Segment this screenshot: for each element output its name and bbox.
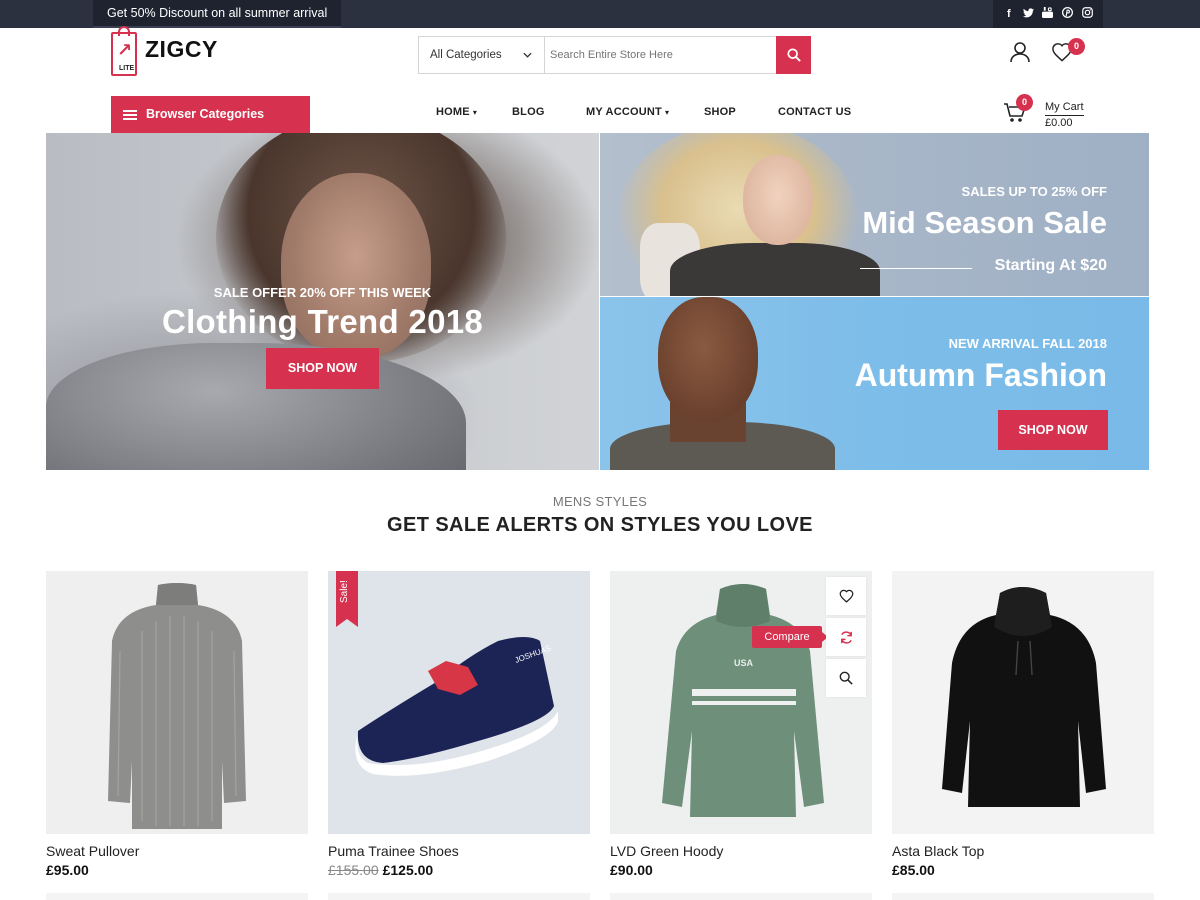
hoodie-print-text: USA [734,658,754,668]
pinterest-icon[interactable] [1061,6,1075,21]
banner-divider [860,268,972,269]
product-price: £90.00 [610,862,653,878]
banner-title: Mid Season Sale [862,205,1107,240]
product-sale-price: £125.00 [382,862,434,878]
next-row-card-edge [892,893,1154,900]
cart-count-badge: 0 [1016,94,1033,111]
search-input[interactable] [545,37,776,73]
nav-item-blog[interactable]: BLOG [512,106,545,122]
search-bar: All Categories [418,36,811,74]
sale-badge: Sale! [336,571,358,627]
compare-button[interactable] [826,618,866,656]
sale-badge-label: Sale! [339,580,350,603]
nav-item-contact-us[interactable]: CONTACT US [778,106,851,122]
site-logo[interactable]: ↗ LITE ZIGCY [111,26,231,78]
banner-title: Autumn Fashion [854,357,1107,393]
nav-item-shop[interactable]: SHOP [704,106,736,122]
product-image[interactable]: Sale! JOSHUAS [328,571,590,834]
search-button[interactable] [776,36,811,74]
next-row-card-edge [46,893,308,900]
category-select[interactable]: All Categories [419,37,545,73]
banner-offer-text: SALES UP TO 25% OFF [961,184,1107,199]
product-price: £85.00 [892,862,935,878]
cart-label: My Cart [1045,100,1084,116]
banner-photo-model [743,155,813,245]
banner-offer-text: SALE OFFER 20% OFF THIS WEEK [213,285,432,300]
product-card[interactable]: USA Compare LVD Green Hoody £90.00 [610,571,872,878]
user-account-icon[interactable] [1009,41,1035,67]
product-image[interactable]: USA Compare [610,571,872,834]
next-row-card-edge [610,893,872,900]
product-price: £155.00 £125.00 [328,862,590,878]
next-row-card-edge [328,893,590,900]
facebook-icon[interactable]: f [1002,8,1016,20]
product-name[interactable]: Puma Trainee Shoes [328,843,590,859]
product-card[interactable]: Sweat Pullover £95.00 [46,571,308,878]
banner-subtitle: Starting At $20 [994,257,1107,274]
browse-categories-button[interactable]: Browser Categories [111,96,310,133]
product-card[interactable]: Sale! JOSHUAS Puma Trainee Shoes £155.00… [328,571,590,878]
product-name[interactable]: Sweat Pullover [46,843,308,859]
product-image[interactable] [46,571,308,834]
shopping-bag-logo-icon: ↗ LITE [111,26,137,76]
banner-offer-text: NEW ARRIVAL FALL 2018 [948,336,1107,351]
product-image[interactable] [892,571,1154,834]
shop-now-button[interactable]: SHOP NOW [998,410,1108,450]
banner-photo-top [670,243,880,296]
add-to-wishlist-button[interactable] [826,577,866,615]
promo-text: Get 50% Discount on all summer arrival [93,0,342,28]
nav-item-label: BLOG [512,106,545,118]
twitter-icon[interactable] [1021,7,1035,21]
compare-tooltip: Compare [752,626,828,648]
chevron-down-icon: ▾ [664,108,670,117]
section-title: GET SALE ALERTS ON STYLES YOU LOVE [387,514,813,536]
heart-icon [839,589,853,603]
shop-now-button[interactable]: SHOP NOW [266,348,379,389]
quick-view-button[interactable] [826,659,866,697]
banner-title: Clothing Trend 2018 [161,303,484,340]
logo-sub: LITE [119,65,135,72]
nav-item-label: CONTACT US [778,106,852,118]
hamburger-menu-icon [123,110,137,120]
banner-photo-jacket [46,343,466,470]
chevron-down-icon [523,37,532,73]
product-card[interactable]: Asta Black Top £85.00 [892,571,1154,878]
search-icon [786,48,801,62]
product-name[interactable]: Asta Black Top [892,843,1154,859]
mini-cart[interactable]: My Cart £0.00 [1045,100,1084,131]
nav-item-my-account[interactable]: MY ACCOUNT ▾ [586,106,669,122]
product-price: £95.00 [46,862,89,878]
youtube-icon[interactable] [1041,7,1055,21]
banner-photo-model [658,297,758,422]
nav-item-label: SHOP [704,106,736,118]
section-subtitle: MENS STYLES [552,494,648,509]
instagram-icon[interactable] [1080,7,1094,21]
nav-item-home[interactable]: HOME ▾ [436,106,477,122]
wishlist-count-badge: 0 [1068,38,1085,55]
social-links: f [993,0,1103,28]
top-bar: Get 50% Discount on all summer arrival f [0,0,1200,28]
refresh-icon [840,630,852,644]
category-select-value: All Categories [430,49,502,61]
nav-item-label: MY ACCOUNT [586,106,662,118]
browse-categories-label: Browser Categories [146,107,265,121]
product-old-price: £155.00 [328,862,379,878]
logo-text: ZIGCY [145,36,218,62]
product-name[interactable]: LVD Green Hoody [610,843,872,859]
nav-item-label: HOME [436,106,470,118]
search-icon [839,671,853,685]
cart-total: £0.00 [1045,117,1073,129]
chevron-down-icon: ▾ [472,108,478,117]
hero-banner-autumn-fashion[interactable]: NEW ARRIVAL FALL 2018 Autumn Fashion SHO… [600,297,1149,470]
hero-banner-clothing-trend[interactable]: SALE OFFER 20% OFF THIS WEEK Clothing Tr… [46,133,599,470]
hero-banner-mid-season[interactable]: SALES UP TO 25% OFF Mid Season Sale Star… [600,133,1149,296]
